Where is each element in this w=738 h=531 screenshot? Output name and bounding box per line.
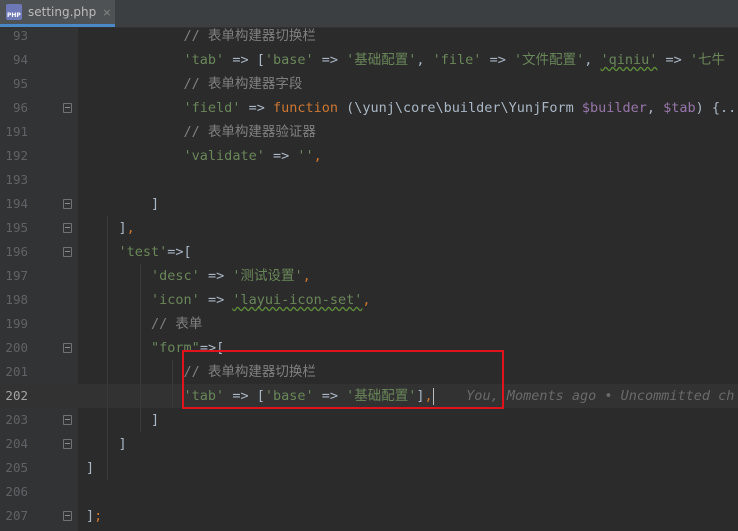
fold-marker-icon[interactable] [63,511,72,521]
code-line[interactable]: 197 'desc' => '测试设置', [0,264,738,288]
fold-marker-icon[interactable] [63,223,72,233]
code-text: ] [86,412,160,428]
indent-guide [107,216,108,480]
code-text: ] [86,196,160,212]
line-number: 194 [5,196,28,211]
line-number: 191 [5,124,28,139]
code-line[interactable]: 206 [0,480,738,504]
code-line[interactable]: 191 // 表单构建器验证器 [0,120,738,144]
code-line[interactable]: 96 'field' => function (\yunj\core\build… [0,96,738,120]
annotation-highlight-box [182,350,504,409]
tab-setting-php[interactable]: PHP setting.php × [0,0,115,27]
code-line[interactable]: 207]; [0,504,738,528]
line-number: 197 [5,268,28,283]
code-line[interactable]: 94 'tab' => ['base' => '基础配置', 'file' =>… [0,48,738,72]
code-text: 'desc' => '测试设置', [151,268,311,284]
line-number: 94 [12,52,28,67]
line-number: 200 [5,340,28,355]
php-file-icon: PHP [6,4,22,20]
code-line[interactable]: 193 [0,168,738,192]
indent-guide [140,264,141,432]
code-line[interactable]: 199 // 表单 [0,312,738,336]
indent-guide [172,360,173,408]
code-text: 'test'=>[ [118,244,192,260]
code-text: 'tab' => ['base' => '基础配置', 'file' => '文… [183,52,726,68]
code-text: ] [86,460,95,476]
code-line[interactable]: 192 'validate' => '', [0,144,738,168]
code-text: 'icon' => 'layui-icon-set', [151,292,371,308]
code-text: ], [118,220,135,236]
tab-label: setting.php [28,5,97,19]
code-text: // 表单 [86,316,203,332]
code-text: 'field' => function (\yunj\core\builder\… [183,100,738,116]
code-line[interactable]: 95 // 表单构建器字段 [0,72,738,96]
code-text: 'validate' => '', [183,148,322,164]
fold-marker-icon[interactable] [63,343,72,353]
line-number: 202 [5,388,28,403]
line-number: 195 [5,220,28,235]
fold-marker-icon[interactable] [63,103,72,113]
line-number: 198 [5,292,28,307]
line-number: 196 [5,244,28,259]
fold-marker-icon[interactable] [63,199,72,209]
code-text: // 表单构建器验证器 [86,124,316,140]
php-file-icon-text: PHP [7,12,21,19]
line-number: 207 [5,508,28,523]
line-number: 93 [12,28,28,43]
code-line[interactable]: 196 'test'=>[ [0,240,738,264]
code-editor[interactable]: 93 // 表单构建器切换栏 94 'tab' => ['base' => '基础… [0,27,738,531]
line-number: 201 [5,364,28,379]
code-text: // 表单构建器切换栏 [86,28,316,44]
code-line[interactable]: 198 'icon' => 'layui-icon-set', [0,288,738,312]
code-line[interactable]: 204 ] [0,432,738,456]
code-text: ]; [86,508,103,524]
fold-marker-icon[interactable] [63,247,72,257]
code-line[interactable]: 195 ], [0,216,738,240]
fold-marker-icon[interactable] [63,415,72,425]
code-line[interactable]: 205] [0,456,738,480]
line-number: 96 [12,100,28,115]
code-text: // 表单构建器字段 [86,76,303,92]
code-line[interactable]: 93 // 表单构建器切换栏 [0,24,738,48]
code-line[interactable]: 203 ] [0,408,738,432]
fold-marker-icon[interactable] [63,439,72,449]
line-number: 95 [12,76,28,91]
close-icon[interactable]: × [102,6,111,19]
line-number: 199 [5,316,28,331]
line-number: 193 [5,172,28,187]
line-number: 206 [5,484,28,499]
line-number: 205 [5,460,28,475]
line-number: 203 [5,412,28,427]
code-line[interactable]: 194 ] [0,192,738,216]
line-number: 192 [5,148,28,163]
line-number: 204 [5,436,28,451]
